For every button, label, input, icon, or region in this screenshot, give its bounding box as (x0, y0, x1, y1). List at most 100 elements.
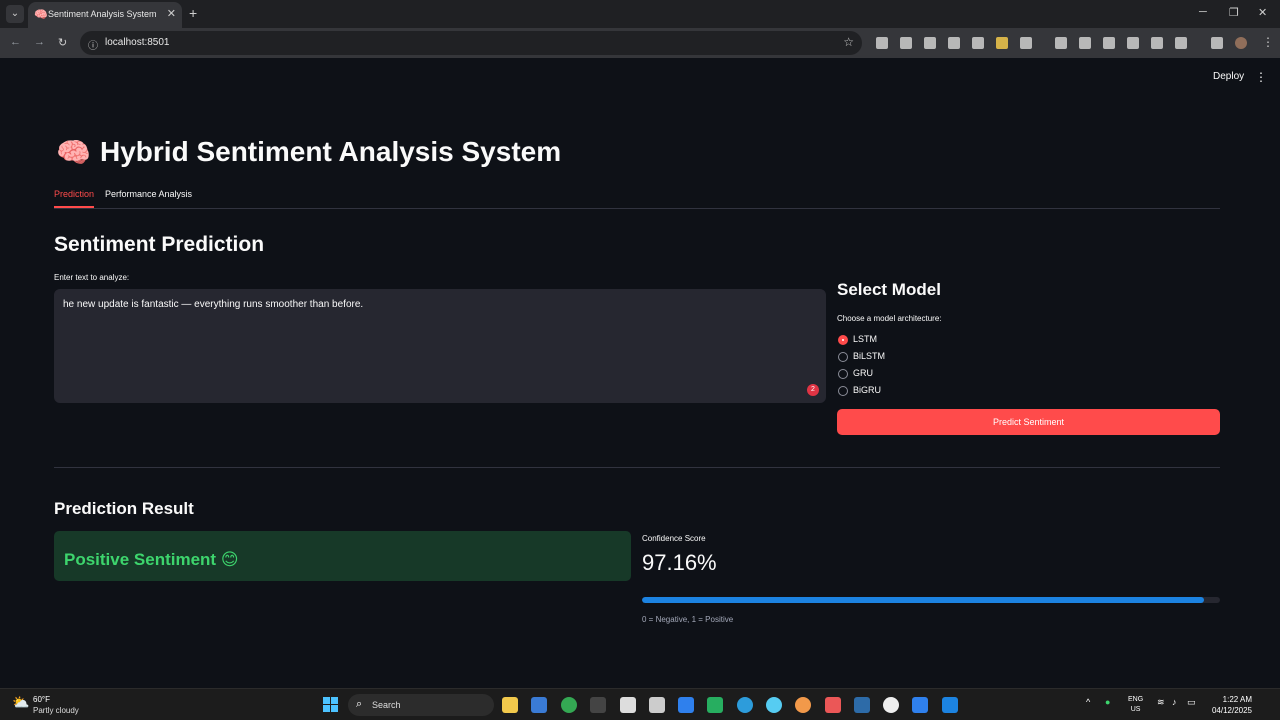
pycharm-icon[interactable] (707, 697, 723, 713)
weather-desc[interactable]: Partly cloudy (33, 706, 79, 715)
windows-start-icon[interactable] (323, 697, 339, 713)
tab-prediction[interactable]: Prediction (54, 189, 94, 199)
clock-time: 1:22 AM (1222, 695, 1252, 704)
new-tab-plus-icon[interactable]: + (189, 5, 197, 21)
radio-label: BiLSTM (853, 351, 886, 361)
notion-icon[interactable] (620, 697, 636, 713)
reload-icon[interactable]: ↻ (58, 36, 67, 49)
battery-icon[interactable]: ▭ (1187, 697, 1196, 708)
radio-unchecked-icon[interactable] (838, 369, 848, 379)
confidence-label: Confidence Score (642, 534, 706, 543)
volume-icon[interactable]: ♪ (1172, 697, 1177, 707)
app-icon[interactable] (825, 697, 841, 713)
lang-line2: US (1130, 706, 1141, 713)
forward-arrow-icon[interactable]: → (34, 36, 45, 48)
docker-icon[interactable] (737, 697, 753, 713)
translate-icon[interactable] (1103, 37, 1115, 49)
store-icon[interactable] (531, 697, 547, 713)
search-label: Search (372, 700, 401, 710)
lang-line1: ENG (1128, 696, 1144, 703)
address-url: localhost:8501 (105, 37, 170, 48)
section-heading-result: Prediction Result (54, 499, 194, 518)
input-language[interactable]: ENG US (1128, 695, 1143, 715)
radio-unchecked-icon[interactable] (838, 386, 848, 396)
scale-caption: 0 = Negative, 1 = Positive (642, 615, 734, 624)
app-icon[interactable] (942, 697, 958, 713)
site-info-icon[interactable]: ⓘ (88, 37, 98, 52)
radio-checked-icon[interactable] (838, 335, 848, 345)
deploy-button[interactable]: Deploy (1213, 71, 1244, 82)
extension-icon[interactable] (972, 37, 984, 49)
apps-grid-icon[interactable] (1127, 37, 1139, 49)
azure-icon[interactable] (912, 697, 928, 713)
active-tab-indicator (54, 206, 94, 208)
section-heading-model: Select Model (837, 280, 941, 299)
link-icon[interactable] (1151, 37, 1163, 49)
calendar-icon[interactable] (649, 697, 665, 713)
postgresql-icon[interactable] (854, 697, 870, 713)
browser-tabstrip: ⌄ 🧠 Sentiment Analysis System ✕ + ─ ❐ ✕ (0, 0, 1280, 28)
weather-temp[interactable]: 60°F (33, 695, 50, 704)
reading-mode-icon[interactable] (1055, 37, 1067, 49)
taskbar-search[interactable]: ⌕ Search (348, 694, 494, 716)
extensions-puzzle-icon[interactable] (1020, 37, 1032, 49)
download-icon[interactable] (1211, 37, 1223, 49)
weather-partly-cloudy-icon[interactable]: ⛅ (12, 694, 29, 711)
grammar-check-badge[interactable]: 2 (807, 384, 819, 396)
terminal-icon[interactable] (590, 697, 606, 713)
profile-avatar[interactable] (1235, 37, 1247, 49)
tab-title: Sentiment Analysis System (48, 9, 157, 19)
tray-security-icon[interactable]: ● (1105, 697, 1110, 707)
vscode-icon[interactable] (678, 697, 694, 713)
back-arrow-icon[interactable]: ← (10, 36, 21, 48)
address-bar[interactable]: ⓘ localhost:8501 ☆ (80, 31, 862, 55)
clock-date: 04/12/2025 (1211, 706, 1252, 715)
tab-bar: Prediction Performance Analysis (54, 186, 1220, 209)
predict-sentiment-button[interactable]: Predict Sentiment (837, 409, 1220, 435)
chrome-icon[interactable] (561, 697, 577, 713)
taskbar: ⛅ 60°F Partly cloudy ⌕ Search ^ ● ENG US… (0, 688, 1280, 720)
input-label: Enter text to analyze: (54, 273, 130, 282)
radio-label: GRU (853, 368, 873, 378)
bookmark-star-icon[interactable]: ☆ (843, 35, 854, 49)
tab-favicon-brain-icon: 🧠 (34, 9, 48, 21)
browser-tab[interactable]: 🧠 Sentiment Analysis System ✕ (28, 2, 182, 28)
page-title: Hybrid Sentiment Analysis System (100, 136, 562, 167)
extension-icon[interactable] (996, 37, 1008, 49)
sentiment-result-text: Positive Sentiment 😊 (64, 550, 239, 569)
section-divider (54, 467, 1220, 468)
extension-icon[interactable] (900, 37, 912, 49)
tray-chevron-up-icon[interactable]: ^ (1086, 697, 1090, 707)
radio-label: LSTM (853, 334, 878, 344)
sentiment-result-box: Positive Sentiment 😊 (54, 531, 631, 581)
tab-search-chevron-icon[interactable]: ⌄ (6, 5, 24, 23)
extension-icon[interactable] (948, 37, 960, 49)
extension-icon[interactable] (924, 37, 936, 49)
text-input-value: he new update is fantastic — everything … (63, 299, 364, 310)
cast-icon[interactable] (1175, 37, 1187, 49)
restore-icon[interactable]: ❐ (1229, 6, 1239, 19)
browser-menu-icon[interactable]: ⋮ (1262, 35, 1274, 49)
app-icon[interactable] (766, 697, 782, 713)
extension-icon[interactable] (876, 37, 888, 49)
tab-close-icon[interactable]: ✕ (167, 7, 176, 20)
clock[interactable]: 1:22 AM 04/12/2025 (1206, 694, 1252, 716)
wifi-icon[interactable]: ≋ (1157, 697, 1165, 708)
text-input-area[interactable]: he new update is fantastic — everything … (54, 289, 826, 403)
confidence-value: 97.16% (642, 550, 717, 575)
model-radio-label: Choose a model architecture: (837, 314, 942, 323)
file-explorer-icon[interactable] (502, 697, 518, 713)
minimize-icon[interactable]: ─ (1199, 6, 1207, 18)
radio-unchecked-icon[interactable] (838, 352, 848, 362)
radio-label: BiGRU (853, 385, 882, 395)
confidence-progress-fill (642, 597, 1204, 603)
confidence-progress-bar (642, 597, 1220, 603)
brain-icon: 🧠 (56, 137, 91, 168)
github-icon[interactable] (883, 697, 899, 713)
lens-icon[interactable] (1079, 37, 1091, 49)
postman-icon[interactable] (795, 697, 811, 713)
window-close-icon[interactable]: ✕ (1258, 6, 1267, 19)
main-menu-icon[interactable]: ⋮ (1255, 70, 1267, 84)
tab-performance-analysis[interactable]: Performance Analysis (105, 189, 192, 199)
section-heading-prediction: Sentiment Prediction (54, 233, 265, 256)
